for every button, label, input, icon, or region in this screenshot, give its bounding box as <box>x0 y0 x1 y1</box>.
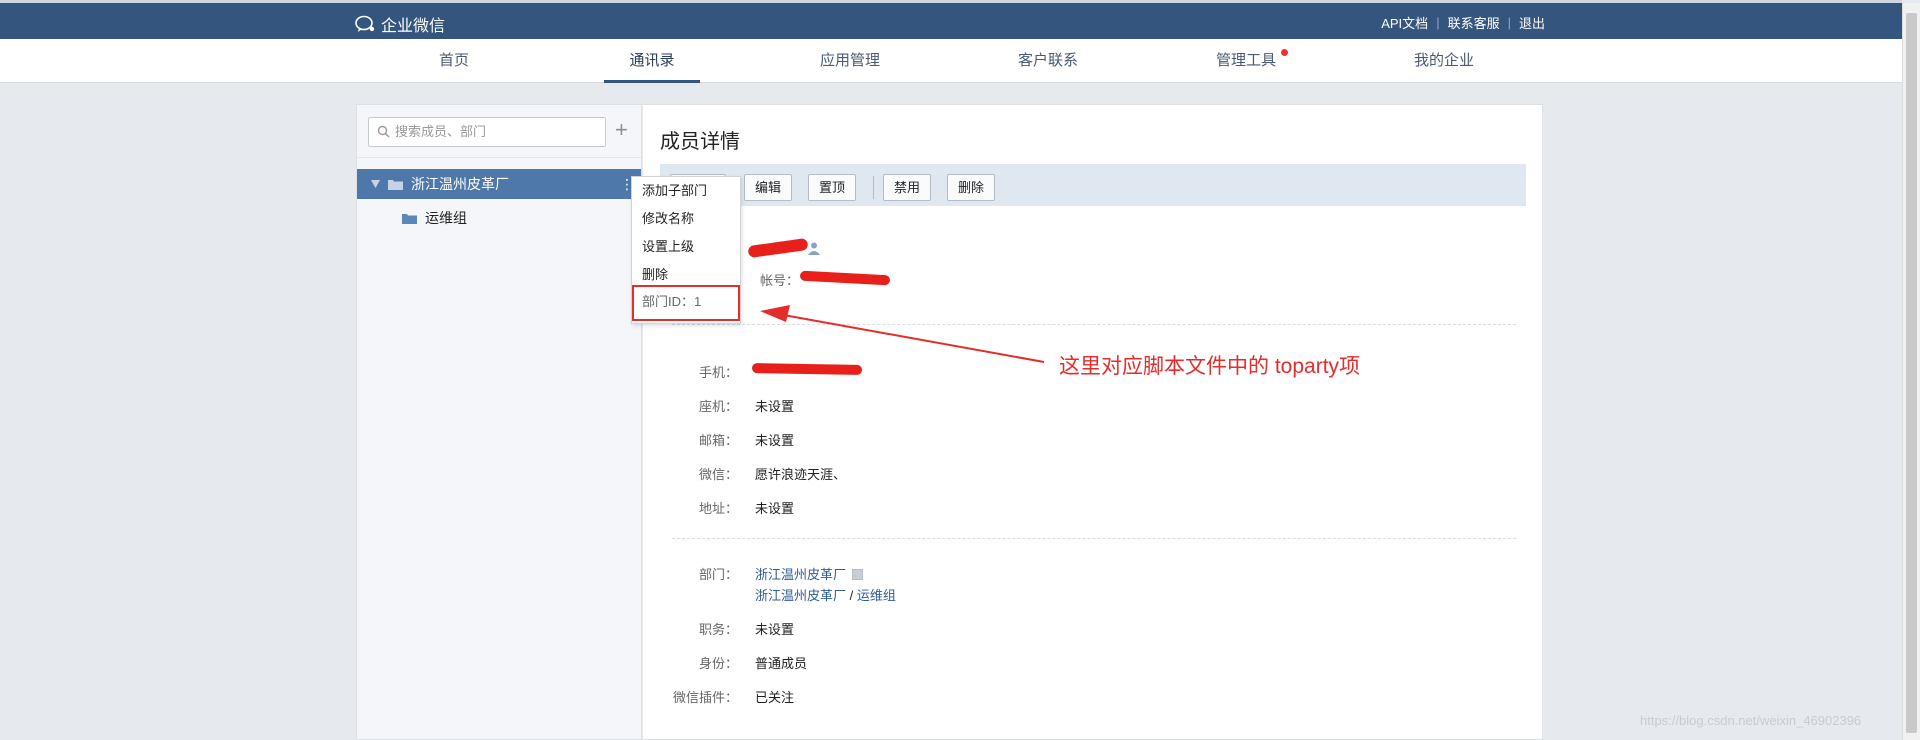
annotation-text: 这里对应脚本文件中的 toparty项 <box>1059 355 1361 378</box>
annotation-arrow <box>760 305 1045 363</box>
watermark: https://blog.csdn.net/weixin_46902396 <box>1640 713 1862 728</box>
